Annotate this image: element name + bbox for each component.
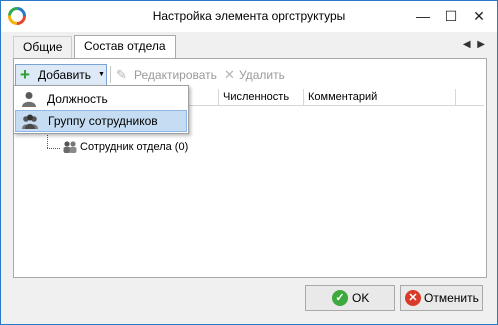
add-button[interactable]: + Добавить ▼	[15, 64, 107, 86]
ok-button[interactable]: ✓ OK	[305, 285, 395, 311]
column-header-count[interactable]: Численность	[219, 89, 304, 106]
chevron-down-icon[interactable]: ▼	[98, 65, 105, 85]
checkmark-icon: ✓	[332, 290, 348, 306]
maximize-button[interactable]: ☐	[437, 1, 465, 32]
menu-item-employee-group[interactable]: Группу сотрудников	[15, 110, 187, 132]
menu-item-label: Должность	[47, 92, 108, 106]
toolbar-divider	[110, 66, 111, 83]
cancel-button[interactable]: ✕ Отменить	[400, 285, 483, 311]
add-dropdown-menu: Должность Группу сотрудников	[13, 85, 189, 134]
toolbar: + Добавить ▼ ✎ Редактировать ✕ Удалить	[14, 61, 486, 87]
title-bar: Настройка элемента оргструктуры — ☐ ✕	[1, 1, 497, 32]
delete-button-label: Удалить	[239, 68, 285, 82]
minimize-button[interactable]: —	[409, 1, 437, 32]
edit-button-label: Редактировать	[134, 68, 217, 82]
close-button[interactable]: ✕	[465, 1, 493, 32]
tab-department-staff[interactable]: Состав отдела	[74, 35, 176, 58]
column-header-comment[interactable]: Комментарий	[304, 89, 456, 106]
menu-item-label: Группу сотрудников	[48, 114, 158, 128]
dialog-window: Настройка элемента оргструктуры — ☐ ✕ Об…	[0, 0, 498, 325]
person-icon	[22, 92, 36, 107]
tree-connector	[47, 148, 60, 149]
tab-strip: Общие Состав отдела ◀ ▶	[13, 35, 487, 59]
tab-scroll-arrows-icon[interactable]: ◀ ▶	[463, 39, 487, 50]
pencil-icon: ✎	[116, 67, 127, 82]
add-button-label: Добавить	[38, 68, 92, 82]
employee-group-icon	[63, 141, 77, 153]
column-header-filler	[456, 89, 484, 106]
tab-general[interactable]: Общие	[13, 36, 73, 58]
tree-item-label: Сотрудник отдела (0)	[80, 141, 189, 153]
menu-item-position[interactable]: Должность	[15, 88, 187, 110]
ok-button-label: OK	[352, 291, 370, 305]
cross-icon: ✕	[224, 67, 235, 82]
group-icon	[22, 114, 38, 129]
cancel-button-label: Отменить	[424, 291, 479, 305]
plus-icon: +	[20, 65, 30, 84]
cancel-icon: ✕	[405, 290, 421, 306]
